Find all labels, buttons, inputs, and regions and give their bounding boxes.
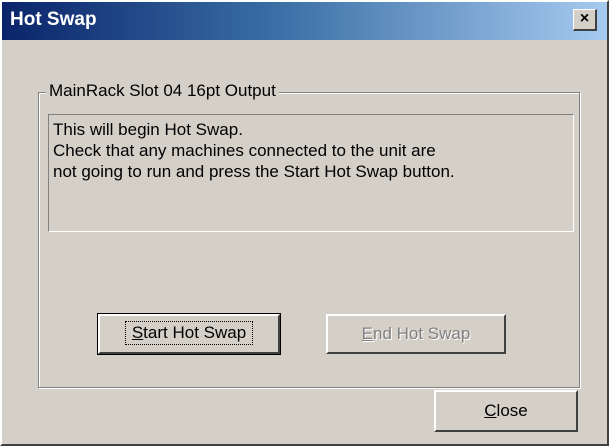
hot-swap-dialog: Hot Swap × MainRack Slot 04 16pt Output …: [0, 0, 609, 446]
message-text-area: This will begin Hot Swap. Check that any…: [48, 114, 574, 232]
close-label: Close: [484, 401, 528, 420]
start-hot-swap-button[interactable]: Start Hot Swap: [97, 313, 281, 355]
start-hot-swap-label: Start Hot Swap: [124, 321, 254, 345]
end-hot-swap-button[interactable]: End Hot Swap: [326, 314, 506, 354]
message-line-3: not going to run and press the Start Hot…: [53, 162, 455, 181]
window-title: Hot Swap: [10, 9, 97, 30]
close-button[interactable]: Close: [434, 390, 578, 432]
title-bar[interactable]: Hot Swap ×: [2, 2, 607, 40]
group-box-label: MainRack Slot 04 16pt Output: [46, 80, 279, 102]
message-line-2: Check that any machines connected to the…: [53, 141, 436, 160]
end-hot-swap-label: End Hot Swap: [361, 324, 471, 343]
message-line-1: This will begin Hot Swap.: [53, 120, 243, 139]
close-icon[interactable]: ×: [573, 9, 597, 31]
